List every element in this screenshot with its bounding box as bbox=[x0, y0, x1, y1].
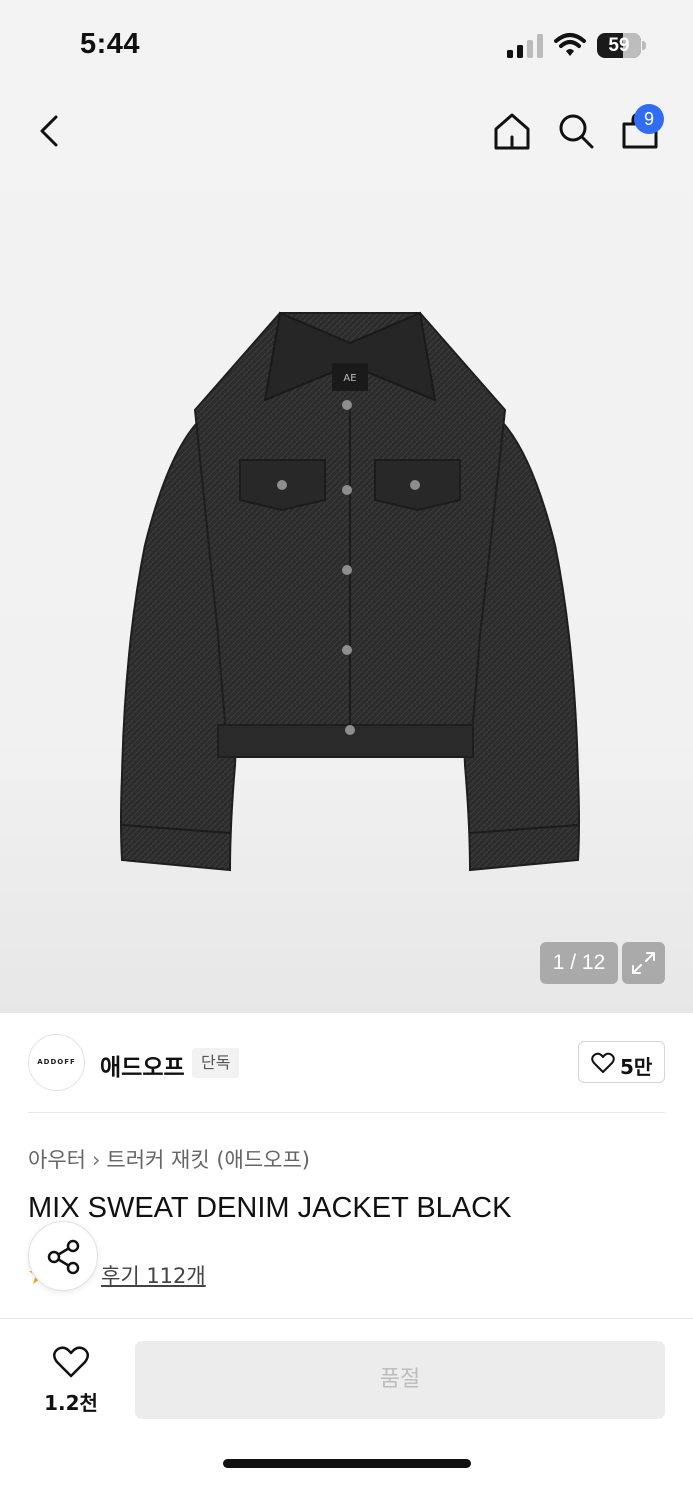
status-bar: 5:44 59 bbox=[0, 0, 693, 90]
breadcrumb-category[interactable]: 아우터 bbox=[28, 1148, 86, 1172]
brand-like-count: 5만 bbox=[620, 1055, 653, 1079]
home-indicator bbox=[223, 1459, 471, 1468]
search-icon bbox=[559, 114, 594, 149]
home-icon bbox=[494, 113, 530, 150]
home-button[interactable] bbox=[488, 107, 536, 155]
share-button[interactable] bbox=[28, 1221, 98, 1291]
sold-out-button[interactable]: 품절 bbox=[135, 1341, 665, 1419]
wifi-icon bbox=[554, 33, 586, 56]
breadcrumb: 아우터 › 트러커 재킷 (애드오프) bbox=[28, 1144, 310, 1174]
heart-icon bbox=[591, 1052, 615, 1073]
image-counter: 1 / 12 bbox=[540, 942, 618, 984]
jacket-label-logo: AE bbox=[343, 373, 356, 384]
product-photo[interactable]: AE bbox=[110, 305, 590, 880]
wishlist-button[interactable]: 1.2천 bbox=[30, 1341, 112, 1419]
back-button[interactable] bbox=[28, 107, 76, 155]
bottom-action-bar: 1.2천 품절 bbox=[0, 1318, 693, 1500]
product-title: MIX SWEAT DENIM JACKET BLACK bbox=[28, 1192, 512, 1224]
battery-indicator: 59 bbox=[597, 33, 647, 58]
battery-nub bbox=[642, 41, 646, 50]
battery-icon: 59 bbox=[597, 33, 641, 58]
brand-logo[interactable]: ADDOFF bbox=[28, 1034, 85, 1091]
brand-like-button[interactable]: 5만 bbox=[578, 1041, 665, 1083]
divider bbox=[28, 1112, 665, 1113]
cellular-signal-icon bbox=[507, 34, 543, 58]
heart-icon bbox=[53, 1346, 89, 1378]
chevron-left-icon bbox=[40, 115, 58, 147]
breadcrumb-subcategory[interactable]: 트러커 재킷 (애드오프) bbox=[106, 1148, 310, 1172]
search-button[interactable] bbox=[552, 107, 600, 155]
status-time: 5:44 bbox=[80, 28, 141, 60]
review-link[interactable]: 후기 112개 bbox=[101, 1260, 206, 1290]
expand-icon bbox=[632, 952, 655, 974]
expand-image-button[interactable] bbox=[622, 942, 665, 984]
cart-count-badge: 9 bbox=[634, 104, 664, 134]
brand-name[interactable]: 애드오프 bbox=[100, 1048, 185, 1082]
chevron-right-icon: › bbox=[91, 1148, 101, 1172]
exclusive-badge: 단독 bbox=[192, 1048, 240, 1078]
wishlist-count: 1.2천 bbox=[44, 1391, 98, 1415]
brand-row: ADDOFF 애드오프 단독 5만 bbox=[28, 1034, 665, 1092]
battery-level: 59 bbox=[608, 35, 630, 56]
share-icon bbox=[47, 1239, 80, 1275]
product-image-gallery[interactable]: 9 AE 1 / 12 bbox=[0, 90, 693, 1013]
